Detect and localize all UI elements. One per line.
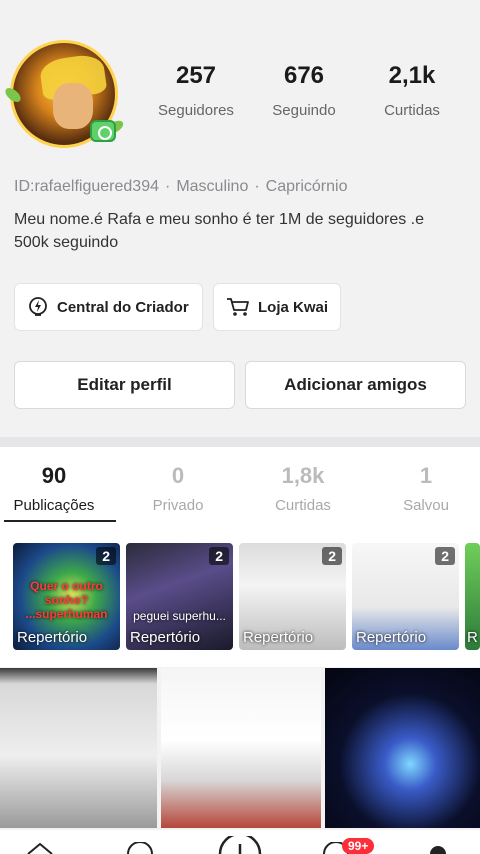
tab-count: 1,8k [281, 463, 325, 488]
stat-value: 676 [283, 62, 325, 89]
tab-label: Privado [152, 497, 204, 514]
shop-button[interactable]: Loja Kwai [213, 283, 341, 331]
album-caption: Repertório [356, 629, 427, 646]
avatar-face-shape [53, 83, 93, 129]
tab-publications[interactable]: 90 Publicações [0, 463, 109, 514]
profile-icon[interactable] [428, 844, 448, 854]
creator-center-label: Central do Criador [57, 298, 189, 316]
tab-count: 0 [171, 463, 185, 488]
discover-icon[interactable] [126, 842, 154, 854]
avatar-camera-badge-icon [90, 120, 116, 142]
stat-label: Seguidores [158, 102, 234, 119]
meta-separator: · [254, 178, 260, 195]
album-card[interactable]: peguei superhu... 2 Repertório [126, 543, 233, 650]
stat-following[interactable]: 676 Seguindo [249, 62, 359, 119]
creator-lightbulb-icon [29, 297, 47, 316]
stat-likes[interactable]: 2,1k Curtidas [357, 62, 467, 119]
user-sign: Capricórnio [265, 178, 348, 195]
profile-meta: ID:rafaelfiguered394 · Masculino · Capricórn… [14, 178, 347, 196]
video-thumbnail[interactable] [161, 668, 321, 828]
home-icon[interactable] [26, 842, 54, 854]
album-overlay-text: Quer o outro sonho? ...superhuman [25, 579, 108, 621]
stat-followers[interactable]: 257 Seguidores [141, 62, 251, 119]
tab-label: Publicações [13, 497, 95, 514]
shop-label: Loja Kwai [258, 298, 329, 316]
video-thumbnail[interactable] [325, 668, 480, 828]
meta-separator: · [164, 178, 171, 195]
album-count-badge: 2 [435, 547, 455, 565]
user-gender: Masculino [176, 178, 249, 195]
stat-value: 2,1k [388, 62, 436, 89]
tab-label: Curtidas [275, 497, 331, 514]
album-card[interactable]: R [465, 543, 480, 650]
stat-label: Seguindo [272, 102, 336, 119]
album-count-badge: 2 [322, 547, 342, 565]
tab-private[interactable]: 0 Privado [123, 463, 233, 514]
tab-count: 1 [419, 463, 433, 488]
album-caption: Repertório [130, 629, 201, 646]
album-caption: Repertório [17, 629, 88, 646]
album-count-badge: 2 [209, 547, 229, 565]
tab-active-indicator [4, 520, 116, 522]
tab-label: Salvou [403, 497, 449, 514]
section-divider [0, 437, 480, 447]
stat-value: 257 [175, 62, 217, 89]
profile-avatar[interactable] [2, 38, 126, 156]
tab-likes[interactable]: 1,8k Curtidas [248, 463, 358, 514]
profile-bio: Meu nome.é Rafa e meu sonho é ter 1M de … [14, 211, 425, 251]
notification-badge: 99+ [342, 838, 375, 854]
album-card[interactable]: 2 Repertório [239, 543, 346, 650]
stat-label: Curtidas [384, 102, 440, 119]
user-id: ID:rafaelfiguered394 [14, 178, 159, 195]
create-icon[interactable] [218, 836, 262, 854]
creator-center-button[interactable]: Central do Criador [14, 283, 203, 331]
album-count-badge: 2 [96, 547, 116, 565]
tab-saved[interactable]: 1 Salvou [371, 463, 480, 514]
album-card[interactable]: 2 Repertório [352, 543, 459, 650]
add-friends-button[interactable]: Adicionar amigos [245, 361, 466, 409]
album-caption: R [467, 629, 478, 646]
video-thumbnail[interactable] [0, 668, 157, 828]
album-caption: Repertório [243, 629, 314, 646]
tab-count: 90 [41, 463, 67, 488]
edit-profile-button[interactable]: Editar perfil [14, 361, 235, 409]
album-card[interactable]: Quer o outro sonho? ...superhuman 2 Repe… [13, 543, 120, 650]
cart-icon [227, 298, 249, 316]
album-overlay-text: peguei superhu... [133, 609, 226, 623]
